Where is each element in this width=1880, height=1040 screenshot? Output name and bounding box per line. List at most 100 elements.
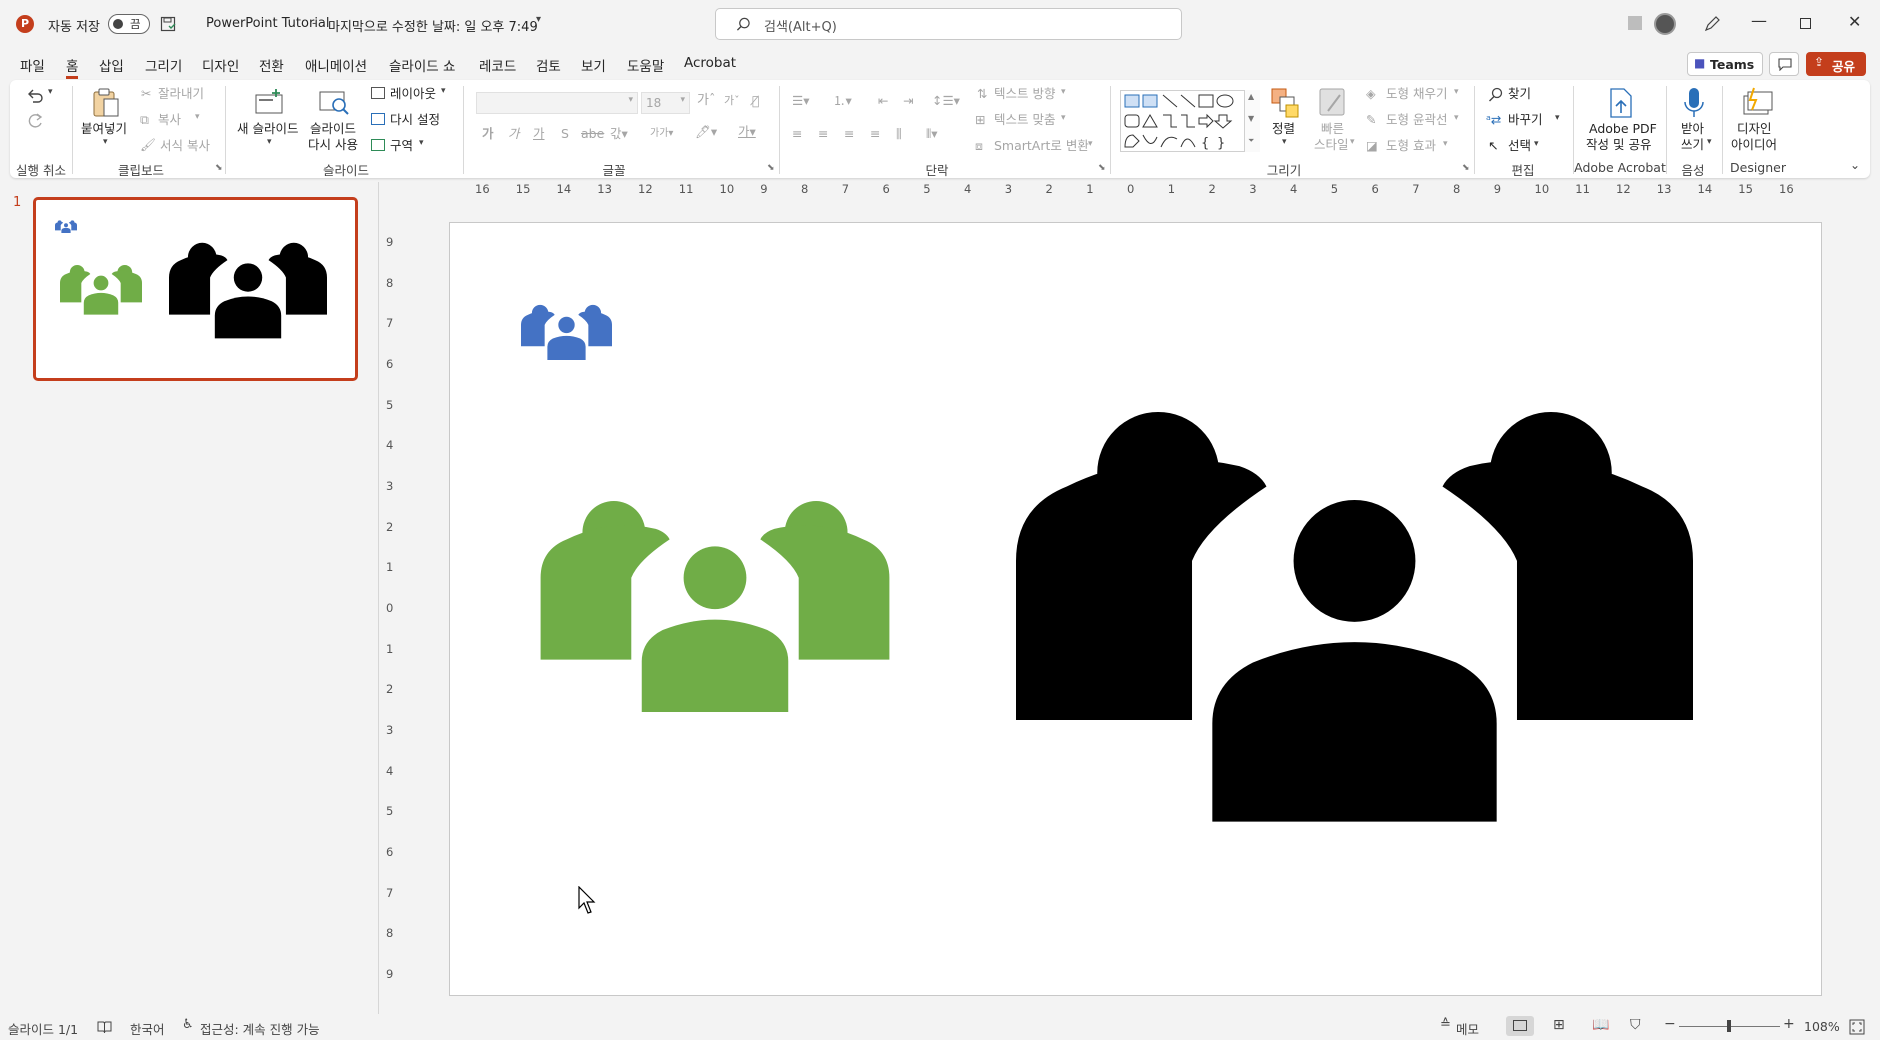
adobe-pdf-icon[interactable]	[1606, 87, 1636, 119]
file-title[interactable]: PowerPoint Tutorial	[206, 16, 330, 31]
zoom-in-icon[interactable]: +	[1783, 1016, 1795, 1032]
cut-label[interactable]: 잘라내기	[158, 86, 204, 102]
underline-icon[interactable]: 가	[533, 126, 545, 142]
zoom-out-icon[interactable]: −	[1664, 1016, 1676, 1032]
grow-font-icon[interactable]: 가ˆ	[697, 93, 715, 109]
clipboard-launcher-icon[interactable]: ⬊	[215, 163, 223, 173]
vertical-ruler[interactable]: 9 8 7 6 5 4 3 2 1 0 1 2 3 4 5 6 7 8 9	[383, 222, 399, 996]
font-color-icon[interactable]: 가▾	[738, 124, 756, 140]
char-spacing-icon[interactable]: 갃▾	[610, 126, 628, 142]
tab-home[interactable]: 홈	[66, 55, 79, 79]
slideshow-view-icon[interactable]: ⛉	[1630, 1017, 1641, 1033]
dictate-dropdown-icon[interactable]: ▾	[1707, 137, 1712, 147]
designer-icon[interactable]	[1740, 86, 1774, 118]
change-case-icon[interactable]: 가가▾	[650, 126, 673, 142]
tab-acrobat[interactable]: Acrobat	[684, 55, 736, 71]
shapes-gallery-scroll[interactable]: ▲ ▼ ⏷	[1244, 90, 1260, 152]
tab-draw[interactable]: 그리기	[145, 55, 182, 75]
new-slide-icon[interactable]	[253, 88, 285, 116]
numbering-icon[interactable]: ⒈▾	[833, 93, 852, 109]
people-group-icon-small[interactable]	[521, 303, 612, 360]
redo-icon[interactable]	[25, 111, 45, 129]
people-group-icon-large[interactable]	[1016, 398, 1693, 822]
distributed-icon[interactable]: ⫼	[896, 126, 902, 142]
font-name-field[interactable]: ▾	[476, 92, 638, 114]
tab-transitions[interactable]: 전환	[259, 55, 284, 75]
close-icon[interactable]: ✕	[1848, 12, 1861, 31]
tab-file[interactable]: 파일	[20, 55, 45, 75]
reset-label[interactable]: 다시 설정	[390, 112, 440, 128]
increase-indent-icon[interactable]: ⇥	[903, 93, 913, 109]
tab-help[interactable]: 도움말	[627, 55, 664, 75]
title-dropdown-icon[interactable]: ▾	[536, 14, 541, 25]
shadow-icon[interactable]: S	[561, 126, 569, 142]
smartart-dropdown-icon[interactable]: ▾	[1088, 139, 1093, 149]
dictate-label-1[interactable]: 받아	[1681, 121, 1704, 137]
reuse-slides-label-1[interactable]: 슬라이드	[310, 121, 356, 137]
comments-button[interactable]	[1769, 52, 1799, 76]
replace-label[interactable]: 바꾸기	[1508, 112, 1543, 128]
designer-label-1[interactable]: 디자인	[1737, 121, 1772, 137]
shape-fill-dropdown-icon[interactable]: ▾	[1454, 87, 1459, 97]
strikethrough-icon[interactable]: abe	[581, 126, 604, 142]
language[interactable]: 한국어	[130, 1019, 165, 1038]
zoom-level[interactable]: 108%	[1804, 1019, 1840, 1034]
arrange-label[interactable]: 정렬	[1272, 121, 1295, 137]
tab-record[interactable]: 레코드	[479, 55, 516, 75]
modified-text[interactable]: 마지막으로 수정한 날짜: 일 오후 7:49	[328, 16, 538, 35]
search-box[interactable]: 검색(Alt+Q)	[715, 8, 1182, 40]
format-painter-label[interactable]: 서식 복사	[160, 138, 210, 154]
align-left-icon[interactable]: ≡	[792, 126, 802, 142]
avatar[interactable]	[1654, 13, 1676, 35]
highlight-icon[interactable]: 🖊▾	[695, 124, 717, 140]
drawing-launcher-icon[interactable]: ⬊	[1462, 163, 1470, 173]
ribbon-collapse-icon[interactable]: ⌄	[1850, 158, 1860, 172]
new-slide-label[interactable]: 새 슬라이드	[237, 121, 298, 137]
slide-thumbnail-1[interactable]	[33, 197, 358, 381]
pen-icon[interactable]	[1703, 15, 1721, 33]
italic-icon[interactable]: 가	[508, 126, 520, 142]
pane-divider[interactable]	[378, 182, 379, 1014]
slide-info[interactable]: 슬라이드 1/1	[8, 1019, 78, 1038]
find-label[interactable]: 찾기	[1508, 86, 1531, 102]
tab-insert[interactable]: 삽입	[99, 55, 124, 75]
slide-canvas[interactable]	[449, 222, 1822, 996]
reuse-slides-icon[interactable]	[318, 88, 350, 116]
align-text-dropdown-icon[interactable]: ▾	[1061, 113, 1066, 123]
dictate-label-2[interactable]: 쓰기	[1681, 137, 1704, 153]
font-launcher-icon[interactable]: ⬊	[767, 163, 775, 173]
accessibility-status[interactable]: 접근성: 계속 진행 가능	[200, 1019, 320, 1038]
tab-slideshow[interactable]: 슬라이드 쇼	[389, 55, 455, 75]
adobe-pdf-label-2[interactable]: 작성 및 공유	[1586, 137, 1651, 153]
teams-button[interactable]: ■ Teams	[1687, 52, 1763, 76]
quick-styles-dropdown-icon[interactable]: ▾	[1350, 137, 1355, 147]
replace-dropdown-icon[interactable]: ▾	[1555, 113, 1560, 123]
align-text-label[interactable]: 텍스트 맞춤	[994, 112, 1055, 128]
zoom-slider-thumb[interactable]	[1727, 1020, 1731, 1032]
tab-animations[interactable]: 애니메이션	[305, 55, 367, 75]
layout-dropdown-icon[interactable]: ▾	[441, 86, 446, 96]
font-size-field[interactable]: 18 ▾	[641, 92, 690, 114]
align-center-icon[interactable]: ≡	[818, 126, 828, 142]
shape-effects-dropdown-icon[interactable]: ▾	[1443, 139, 1448, 149]
paragraph-launcher-icon[interactable]: ⬊	[1098, 163, 1106, 173]
smartart-label[interactable]: SmartArt로 변환	[994, 138, 1089, 154]
minimize-icon[interactable]: —	[1751, 11, 1767, 30]
tab-view[interactable]: 보기	[581, 55, 606, 75]
quick-styles-icon[interactable]	[1318, 87, 1348, 119]
arrange-dropdown-icon[interactable]: ▾	[1282, 137, 1287, 147]
paste-dropdown-icon[interactable]: ▾	[103, 137, 108, 147]
copy-label[interactable]: 복사	[158, 112, 181, 128]
new-slide-dropdown-icon[interactable]: ▾	[267, 137, 272, 147]
notes-button[interactable]: 메모	[1456, 1019, 1479, 1038]
undo-icon[interactable]	[25, 86, 45, 104]
layout-label[interactable]: 레이아웃	[390, 86, 436, 102]
bold-icon[interactable]: 가	[482, 126, 494, 142]
horizontal-ruler[interactable]: 16 15 14 13 12 11 10 9 8 7 6 5 4 3 2 1 0 1 2 3 4 5 6 7 8 9 10 11 12 1…	[449, 182, 1822, 198]
select-dropdown-icon[interactable]: ▾	[1534, 139, 1539, 149]
shrink-font-icon[interactable]: 가ˇ	[724, 93, 740, 109]
arrange-icon[interactable]	[1270, 87, 1300, 119]
autosave-toggle[interactable]: 끔	[108, 14, 150, 34]
quick-styles-label-1[interactable]: 빠른	[1321, 121, 1344, 137]
decrease-indent-icon[interactable]: ⇤	[878, 93, 888, 109]
